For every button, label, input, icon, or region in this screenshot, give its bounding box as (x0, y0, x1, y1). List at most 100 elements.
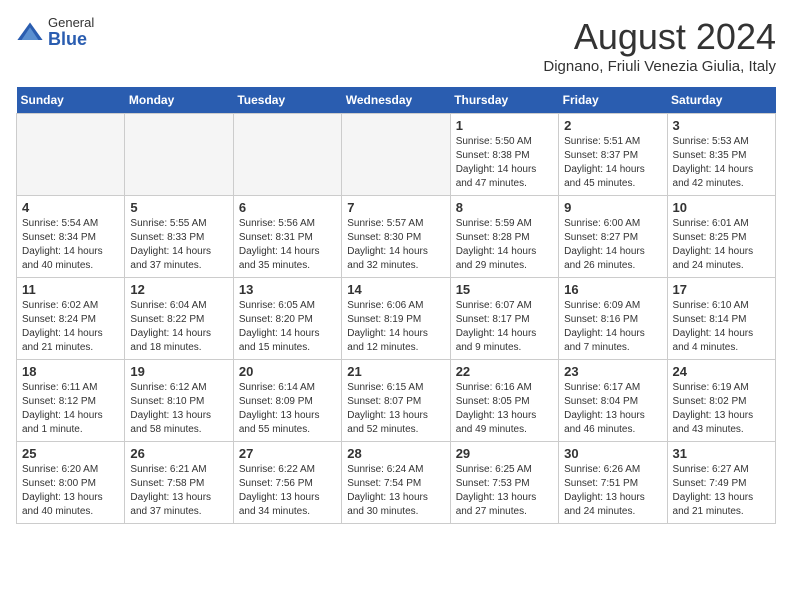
day-number: 29 (456, 446, 553, 461)
calendar-cell: 27 Sunrise: 6:22 AMSunset: 7:56 PMDayligh… (233, 442, 341, 524)
day-number: 2 (564, 118, 661, 133)
page-header: General Blue August 2024 Dignano, Friuli… (16, 16, 776, 75)
logo: General Blue (16, 16, 94, 50)
day-info: Sunrise: 6:25 AMSunset: 7:53 PMDaylight:… (456, 463, 553, 519)
day-number: 7 (347, 200, 444, 215)
day-info: Sunrise: 5:57 AMSunset: 8:30 PMDaylight:… (347, 217, 444, 273)
day-number: 18 (22, 364, 119, 379)
calendar-cell: 7 Sunrise: 5:57 AMSunset: 8:30 PMDaylight… (342, 196, 450, 278)
day-number: 23 (564, 364, 661, 379)
day-info: Sunrise: 6:27 AMSunset: 7:49 PMDaylight:… (673, 463, 770, 519)
calendar-cell: 10Sunrise: 6:01 AMSunset: 8:25 PMDayligh… (667, 196, 775, 278)
calendar-cell: 28Sunrise: 6:24 AMSunset: 7:54 PMDayligh… (342, 442, 450, 524)
day-info: Sunrise: 6:11 AMSunset: 8:12 PMDaylight:… (22, 381, 119, 437)
day-info: Sunrise: 6:21 AMSunset: 7:58 PMDaylight:… (130, 463, 227, 519)
day-number: 17 (673, 282, 770, 297)
day-info: Sunrise: 6:17 AMSunset: 8:04 PMDaylight:… (564, 381, 661, 437)
calendar-cell: 19Sunrise: 6:12 AMSunset: 8:10 PMDayligh… (125, 360, 233, 442)
col-header-sunday: Sunday (17, 87, 125, 114)
calendar-cell: 15 Sunrise: 6:07 AMSunset: 8:17 PMDayligh… (450, 278, 558, 360)
calendar-cell: 14 Sunrise: 6:06 AMSunset: 8:19 PMDayligh… (342, 278, 450, 360)
day-info: Sunrise: 6:22 AMSunset: 7:56 PMDaylight:… (239, 463, 336, 519)
calendar-cell: 23 Sunrise: 6:17 AMSunset: 8:04 PMDayligh… (559, 360, 667, 442)
day-info: Sunrise: 5:51 AMSunset: 8:37 PMDaylight:… (564, 135, 661, 191)
logo-general-text: General (48, 16, 94, 30)
day-number: 22 (456, 364, 553, 379)
calendar-cell: 22 Sunrise: 6:16 AMSunset: 8:05 PMDayligh… (450, 360, 558, 442)
calendar-cell: 9 Sunrise: 6:00 AMSunset: 8:27 PMDaylight… (559, 196, 667, 278)
day-number: 20 (239, 364, 336, 379)
calendar-cell: 21Sunrise: 6:15 AMSunset: 8:07 PMDayligh… (342, 360, 450, 442)
month-title: August 2024 (543, 16, 776, 58)
calendar-cell: 25 Sunrise: 6:20 AMSunset: 8:00 PMDayligh… (17, 442, 125, 524)
logo-icon (16, 19, 44, 47)
logo-text: General Blue (48, 16, 94, 50)
day-number: 16 (564, 282, 661, 297)
day-info: Sunrise: 6:14 AMSunset: 8:09 PMDaylight:… (239, 381, 336, 437)
col-header-monday: Monday (125, 87, 233, 114)
day-number: 25 (22, 446, 119, 461)
day-info: Sunrise: 6:06 AMSunset: 8:19 PMDaylight:… (347, 299, 444, 355)
calendar-cell: 16 Sunrise: 6:09 AMSunset: 8:16 PMDayligh… (559, 278, 667, 360)
day-info: Sunrise: 6:00 AMSunset: 8:27 PMDaylight:… (564, 217, 661, 273)
day-number: 14 (347, 282, 444, 297)
calendar-cell: 8Sunrise: 5:59 AMSunset: 8:28 PMDaylight… (450, 196, 558, 278)
day-number: 30 (564, 446, 661, 461)
day-info: Sunrise: 6:01 AMSunset: 8:25 PMDaylight:… (673, 217, 770, 273)
col-header-tuesday: Tuesday (233, 87, 341, 114)
calendar-header-row: SundayMondayTuesdayWednesdayThursdayFrid… (17, 87, 776, 114)
day-number: 13 (239, 282, 336, 297)
calendar-week-3: 11Sunrise: 6:02 AMSunset: 8:24 PMDayligh… (17, 278, 776, 360)
calendar-cell (342, 114, 450, 196)
logo-blue-text: Blue (48, 30, 94, 50)
day-info: Sunrise: 6:19 AMSunset: 8:02 PMDaylight:… (673, 381, 770, 437)
day-number: 24 (673, 364, 770, 379)
calendar-cell: 12 Sunrise: 6:04 AMSunset: 8:22 PMDayligh… (125, 278, 233, 360)
day-info: Sunrise: 6:16 AMSunset: 8:05 PMDaylight:… (456, 381, 553, 437)
day-number: 3 (673, 118, 770, 133)
calendar-week-5: 25 Sunrise: 6:20 AMSunset: 8:00 PMDayligh… (17, 442, 776, 524)
calendar-cell: 13 Sunrise: 6:05 AMSunset: 8:20 PMDayligh… (233, 278, 341, 360)
day-number: 8 (456, 200, 553, 215)
day-info: Sunrise: 5:56 AMSunset: 8:31 PMDaylight:… (239, 217, 336, 273)
day-number: 26 (130, 446, 227, 461)
day-number: 31 (673, 446, 770, 461)
day-number: 28 (347, 446, 444, 461)
calendar-cell: 26 Sunrise: 6:21 AMSunset: 7:58 PMDayligh… (125, 442, 233, 524)
calendar-cell (17, 114, 125, 196)
calendar-week-4: 18 Sunrise: 6:11 AMSunset: 8:12 PMDayligh… (17, 360, 776, 442)
calendar-cell: 6 Sunrise: 5:56 AMSunset: 8:31 PMDaylight… (233, 196, 341, 278)
day-number: 21 (347, 364, 444, 379)
day-info: Sunrise: 6:12 AMSunset: 8:10 PMDaylight:… (130, 381, 227, 437)
day-info: Sunrise: 6:07 AMSunset: 8:17 PMDaylight:… (456, 299, 553, 355)
day-info: Sunrise: 5:55 AMSunset: 8:33 PMDaylight:… (130, 217, 227, 273)
day-info: Sunrise: 5:53 AMSunset: 8:35 PMDaylight:… (673, 135, 770, 191)
col-header-wednesday: Wednesday (342, 87, 450, 114)
day-number: 6 (239, 200, 336, 215)
day-number: 12 (130, 282, 227, 297)
calendar-cell: 18 Sunrise: 6:11 AMSunset: 8:12 PMDayligh… (17, 360, 125, 442)
calendar-cell: 5 Sunrise: 5:55 AMSunset: 8:33 PMDaylight… (125, 196, 233, 278)
calendar-cell: 24 Sunrise: 6:19 AMSunset: 8:02 PMDayligh… (667, 360, 775, 442)
day-info: Sunrise: 6:05 AMSunset: 8:20 PMDaylight:… (239, 299, 336, 355)
title-block: August 2024 Dignano, Friuli Venezia Giul… (543, 16, 776, 75)
col-header-saturday: Saturday (667, 87, 775, 114)
calendar-cell: 30 Sunrise: 6:26 AMSunset: 7:51 PMDayligh… (559, 442, 667, 524)
day-info: Sunrise: 6:04 AMSunset: 8:22 PMDaylight:… (130, 299, 227, 355)
day-info: Sunrise: 6:20 AMSunset: 8:00 PMDaylight:… (22, 463, 119, 519)
day-info: Sunrise: 6:09 AMSunset: 8:16 PMDaylight:… (564, 299, 661, 355)
calendar-cell (125, 114, 233, 196)
calendar-table: SundayMondayTuesdayWednesdayThursdayFrid… (16, 87, 776, 524)
day-number: 4 (22, 200, 119, 215)
day-number: 9 (564, 200, 661, 215)
calendar-cell: 1Sunrise: 5:50 AMSunset: 8:38 PMDaylight… (450, 114, 558, 196)
calendar-cell: 29 Sunrise: 6:25 AMSunset: 7:53 PMDayligh… (450, 442, 558, 524)
calendar-cell: 2 Sunrise: 5:51 AMSunset: 8:37 PMDaylight… (559, 114, 667, 196)
day-number: 5 (130, 200, 227, 215)
day-number: 27 (239, 446, 336, 461)
col-header-thursday: Thursday (450, 87, 558, 114)
day-number: 15 (456, 282, 553, 297)
day-info: Sunrise: 6:26 AMSunset: 7:51 PMDaylight:… (564, 463, 661, 519)
day-number: 1 (456, 118, 553, 133)
calendar-cell: 17Sunrise: 6:10 AMSunset: 8:14 PMDayligh… (667, 278, 775, 360)
